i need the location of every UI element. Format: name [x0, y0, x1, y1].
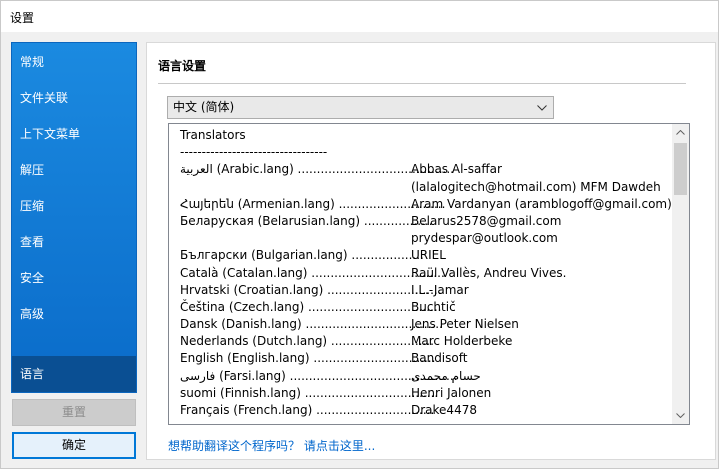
list-item: Français (French.lang) .................…	[180, 402, 670, 419]
sidebar-item-context-menu[interactable]: 上下文菜单	[12, 116, 136, 152]
scroll-up-arrow-icon[interactable]	[672, 124, 689, 141]
list-item: suomi (Finnish.lang) ...................…	[180, 385, 670, 402]
sidebar-item-general[interactable]: 常规	[12, 44, 136, 80]
list-item: ----------------------------------	[180, 144, 670, 161]
window-title: 设置	[10, 11, 35, 25]
list-item: Հայերեն (Armenian.lang) ................…	[180, 196, 672, 213]
list-item: Čeština (Czech.lang) ...................…	[180, 299, 670, 316]
list-item: Català (Catalan.lang) ..................…	[180, 265, 670, 282]
chevron-down-icon	[535, 97, 549, 118]
sidebar-item-compress[interactable]: 压缩	[12, 188, 136, 224]
language-name: Български (Bulgarian.lang) .............…	[180, 248, 424, 263]
sidebar-item-security[interactable]: 安全	[12, 260, 136, 296]
reset-button[interactable]: 重置	[12, 399, 136, 426]
translators-list[interactable]: Translators ----------------------------…	[168, 123, 690, 425]
sidebar-item-advanced[interactable]: 高级	[12, 296, 136, 332]
sidebar-item-extract[interactable]: 解压	[12, 152, 136, 188]
language-name: suomi (Finnish.lang) ...................…	[180, 385, 439, 400]
language-select[interactable]: 中文 (简体)	[167, 96, 554, 119]
list-item: Dansk (Danish.lang) ....................…	[180, 316, 670, 333]
language-name: Nederlands (Dutch.lang) ................…	[180, 334, 434, 349]
vertical-scrollbar[interactable]	[672, 124, 689, 424]
list-item: Nederlands (Dutch.lang) ................…	[180, 333, 670, 350]
list-item: Български (Bulgarian.lang) .............…	[180, 247, 670, 264]
sidebar-item-view[interactable]: 查看	[12, 224, 136, 260]
translator-name: URIEL	[411, 248, 446, 263]
sidebar-item-language[interactable]: 语言	[12, 356, 136, 392]
translator-name: Drake4478	[411, 403, 477, 417]
settings-window: 设置 常规 文件关联 上下文菜单 解压 压缩 查看 安全 高级 语言 重置 确定…	[0, 0, 719, 469]
translators-header: Translators	[180, 128, 246, 142]
language-name: Հայերեն (Armenian.lang) ................…	[180, 196, 446, 211]
divider	[158, 83, 686, 84]
translator-name: prydespar@outlook.com	[411, 231, 558, 246]
translator-name: Henri Jalonen	[411, 385, 492, 400]
translator-name: Buchtič	[411, 299, 456, 314]
translator-name: Raül Vallès, Andreu Vives.	[411, 265, 567, 280]
language-name: Français (French.lang) .................…	[180, 403, 435, 417]
translator-name: حسام محمدی	[411, 368, 481, 383]
translator-name: I.L.-Jamar	[411, 282, 469, 297]
language-name: Čeština (Czech.lang) ...................…	[180, 299, 442, 314]
translator-name: Marc Holderbeke	[411, 334, 513, 349]
sidebar: 常规 文件关联 上下文菜单 解压 压缩 查看 安全 高级 语言	[11, 42, 137, 393]
language-name: Dansk (Danish.lang) ....................…	[180, 317, 443, 332]
help-translate-link[interactable]: 想帮助翻译这个程序吗？ 请点击这里...	[168, 437, 375, 454]
language-name: Беларуская (Belarusian.lang) ...........…	[180, 213, 433, 228]
translator-name: Aram Vardanyan (aramblogoff@gmail.com)	[411, 196, 672, 211]
language-select-value: 中文 (简体)	[173, 100, 235, 114]
translator-name: Bandisoft	[411, 351, 468, 366]
list-item: Hrvatski (Croatian.lang) ...............…	[180, 282, 670, 299]
translator-name: (lalalogitech@hotmail.com) MFM Dawdeh	[411, 179, 661, 194]
sidebar-item-file-association[interactable]: 文件关联	[12, 80, 136, 116]
translators-separator: ----------------------------------	[180, 145, 328, 160]
scroll-thumb[interactable]	[674, 143, 687, 195]
translator-name: Belarus2578@gmail.com	[411, 213, 562, 228]
panel-title: 语言设置	[158, 59, 207, 73]
list-item: English (English.lang) .................…	[180, 350, 670, 367]
language-name: English (English.lang) .................…	[180, 351, 436, 366]
list-item: Translators	[180, 127, 670, 144]
scroll-down-arrow-icon[interactable]	[672, 407, 689, 424]
translator-name: Jens Peter Nielsen	[411, 317, 519, 332]
list-item: (lalalogitech@hotmail.com) MFM Dawdeh	[180, 179, 670, 196]
language-settings-panel: 语言设置 中文 (简体) Translators ---------------…	[146, 42, 716, 460]
language-name: Català (Catalan.lang) ..................…	[180, 265, 445, 280]
list-item: prydespar@outlook.com	[180, 230, 670, 247]
translator-name: Abbas Al-saffar	[411, 162, 502, 177]
list-item: العربية (Arabic.lang) ..................…	[180, 161, 670, 178]
title-bar: 设置	[1, 1, 718, 32]
language-name: Hrvatski (Croatian.lang) ...............…	[180, 282, 442, 297]
list-item: فارسی (Farsi.lang) .....................…	[180, 368, 670, 385]
list-item: Беларуская (Belarusian.lang) ...........…	[180, 213, 670, 230]
ok-button[interactable]: 确定	[12, 432, 136, 459]
translators-content: Translators ----------------------------…	[180, 127, 672, 419]
